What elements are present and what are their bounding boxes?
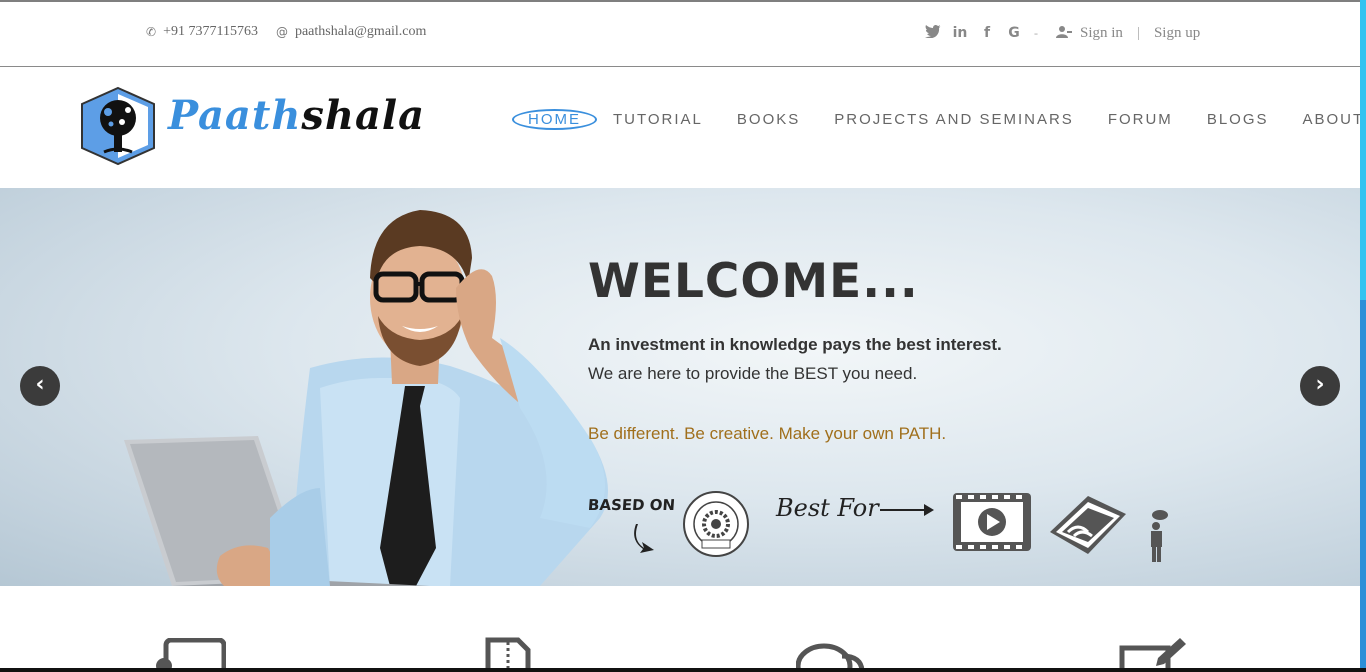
document-icon xyxy=(485,637,531,668)
nav-item-home[interactable]: HOME xyxy=(512,109,597,130)
features-row xyxy=(0,586,1360,670)
twitter-icon[interactable] xyxy=(924,24,942,42)
top-info-bar: ✆ +91 7377115763 @ paathshala@gmail.com … xyxy=(0,2,1360,67)
contact-info: ✆ +91 7377115763 @ paathshala@gmail.com xyxy=(146,24,426,40)
best-for-label: Best For xyxy=(776,494,879,522)
hero-title: WELCOME... xyxy=(588,254,919,309)
nav-item-about[interactable]: ABOUT xyxy=(1303,111,1365,132)
university-seal xyxy=(683,491,749,557)
hero-person-image xyxy=(124,210,608,586)
based-on-label: BASED ON xyxy=(587,496,676,514)
social-and-auth: in f G - Sign in | Sign up xyxy=(924,24,1200,42)
email-address: paathshala@gmail.com xyxy=(294,24,427,39)
curved-arrow-icon xyxy=(634,524,654,553)
signin-link[interactable]: Sign in xyxy=(1080,25,1123,42)
hero-tagline: An investment in knowledge pays the best… xyxy=(588,335,1002,354)
phone-item[interactable]: ✆ +91 7377115763 xyxy=(146,24,258,40)
hero-carousel: ‹ › WELCOME... An investment in knowledg… xyxy=(0,188,1360,586)
email-item[interactable]: @ paathshala@gmail.com xyxy=(276,24,426,40)
nav-menu: HOME TUTORIAL BOOKS PROJECTS AND SEMINAR… xyxy=(512,109,1366,132)
signup-link[interactable]: Sign up xyxy=(1154,25,1200,42)
carousel-prev-button[interactable]: ‹ xyxy=(20,366,60,406)
social-dash: - xyxy=(1034,25,1038,40)
logo-wordmark[interactable]: Paathshala xyxy=(168,92,425,139)
window-right-edge xyxy=(1360,0,1366,672)
logo-emblem[interactable] xyxy=(78,86,158,166)
linkedin-icon[interactable]: in xyxy=(951,25,969,41)
hero-motto: Be different. Be creative. Make your own… xyxy=(588,424,947,443)
chat-bubble-icon xyxy=(156,638,226,670)
nav-item-forum[interactable]: FORUM xyxy=(1108,111,1173,132)
nav-item-blogs[interactable]: BLOGS xyxy=(1207,111,1269,132)
at-icon: @ xyxy=(275,25,288,39)
phone-number: +91 7377115763 xyxy=(163,24,258,39)
right-arrow-icon xyxy=(880,504,934,516)
comments-icon xyxy=(796,643,865,670)
carousel-next-button[interactable]: › xyxy=(1300,366,1340,406)
book-icon xyxy=(1050,496,1126,554)
google-icon[interactable]: G xyxy=(1005,25,1023,41)
video-icon xyxy=(953,493,1031,551)
nav-item-projects-and-seminars[interactable]: PROJECTS AND SEMINARS xyxy=(834,111,1074,132)
person-speech-icon xyxy=(1151,510,1168,562)
bottom-border xyxy=(0,668,1366,672)
hero-subtagline: We are here to provide the BEST you need… xyxy=(588,364,918,383)
phone-icon: ✆ xyxy=(146,25,157,39)
nav-item-tutorial[interactable]: TUTORIAL xyxy=(613,111,703,132)
edit-icon xyxy=(1119,638,1186,670)
nav-item-books[interactable]: BOOKS xyxy=(737,111,800,132)
facebook-icon[interactable]: f xyxy=(978,25,996,41)
logo-part-paath: Paath xyxy=(168,92,302,139)
logo-part-shala: shala xyxy=(301,92,426,139)
user-icon xyxy=(1056,25,1072,41)
auth-separator: | xyxy=(1136,24,1140,41)
